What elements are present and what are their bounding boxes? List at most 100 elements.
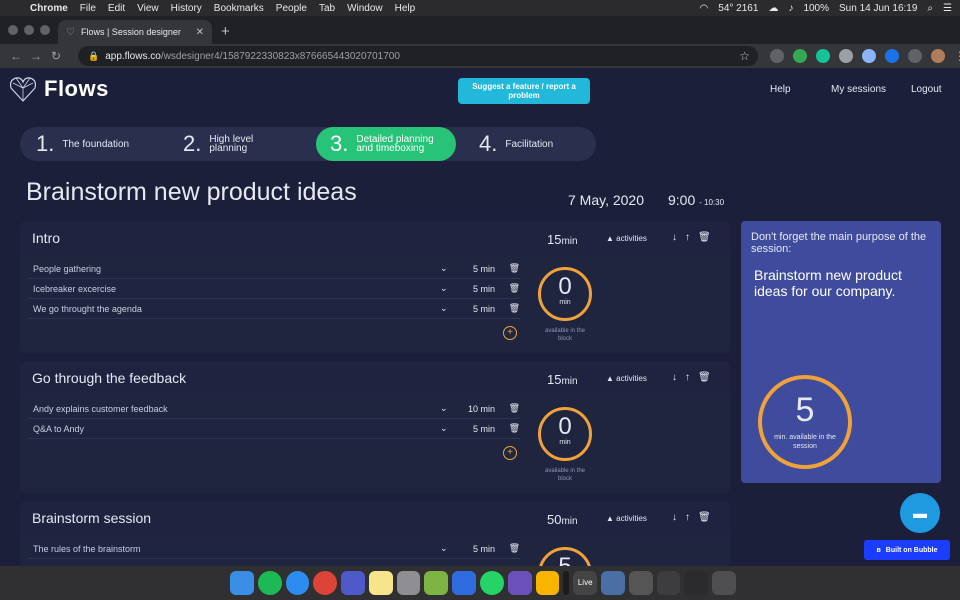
- notes-icon[interactable]: [368, 571, 393, 595]
- system-preferences-icon[interactable]: [396, 571, 421, 595]
- finder-icon[interactable]: [230, 571, 254, 595]
- delete-block-icon[interactable]: 🗑: [698, 372, 711, 383]
- move-up-icon[interactable]: ↑: [685, 512, 690, 523]
- menu-list-icon[interactable]: ☰: [943, 3, 952, 14]
- delete-activity-icon[interactable]: 🗑: [509, 303, 520, 314]
- app-icon[interactable]: [424, 571, 449, 595]
- activity-row[interactable]: People gathering ⌄ 5 min 🗑: [28, 259, 520, 279]
- clock[interactable]: Sun 14 Jun 16:19: [839, 3, 917, 14]
- activity-name[interactable]: Icebreaker excercise: [33, 284, 116, 294]
- minimize-window-button[interactable]: [24, 25, 34, 35]
- block-title[interactable]: Intro: [32, 230, 60, 246]
- ableton-live-icon[interactable]: Live: [573, 571, 598, 595]
- close-tab-icon[interactable]: ✕: [196, 27, 204, 38]
- activity-row[interactable]: The rules of the brainstorm ⌄ 5 min 🗑: [28, 539, 520, 559]
- menu-help[interactable]: Help: [395, 3, 416, 14]
- extension-icon[interactable]: [770, 49, 784, 63]
- chevron-down-icon[interactable]: ⌄: [440, 403, 448, 414]
- delete-activity-icon[interactable]: 🗑: [509, 403, 520, 414]
- activity-name[interactable]: The rules of the brainstorm: [33, 544, 141, 554]
- activity-row[interactable]: Q&A to Andy ⌄ 5 min 🗑: [28, 419, 520, 439]
- add-activity-button[interactable]: +: [503, 326, 517, 340]
- step-facilitation[interactable]: 4. Facilitation: [479, 127, 553, 161]
- activities-toggle[interactable]: ▲ activities: [606, 514, 647, 523]
- wifi-icon[interactable]: ◠: [700, 3, 709, 14]
- move-down-icon[interactable]: ↓: [672, 372, 677, 383]
- move-down-icon[interactable]: ↓: [672, 512, 677, 523]
- block-duration[interactable]: 15min: [547, 232, 578, 247]
- chevron-down-icon[interactable]: ⌄: [440, 283, 448, 294]
- nav-my-sessions[interactable]: My sessions: [831, 84, 886, 95]
- menu-edit[interactable]: Edit: [108, 3, 125, 14]
- session-time[interactable]: 9:00 - 10:30: [668, 192, 724, 208]
- window-thumbnail-icon[interactable]: [684, 571, 709, 595]
- session-title[interactable]: Brainstorm new product ideas: [26, 178, 357, 207]
- step-high-level-planning[interactable]: 2. High level planning: [183, 127, 269, 161]
- move-up-icon[interactable]: ↑: [685, 372, 690, 383]
- activity-minutes[interactable]: 5 min: [473, 304, 495, 314]
- extension-icon[interactable]: [839, 49, 853, 63]
- lock-icon[interactable]: 🔒: [88, 51, 99, 62]
- menu-app-name[interactable]: Chrome: [30, 3, 68, 14]
- chrome-icon[interactable]: [313, 571, 338, 595]
- app-icon[interactable]: [507, 571, 532, 595]
- move-down-icon[interactable]: ↓: [672, 232, 677, 243]
- activity-name[interactable]: Q&A to Andy: [33, 424, 84, 434]
- puzzle-icon[interactable]: [908, 49, 922, 63]
- move-up-icon[interactable]: ↑: [685, 232, 690, 243]
- chevron-down-icon[interactable]: ⌄: [440, 303, 448, 314]
- forward-icon[interactable]: →: [26, 49, 46, 63]
- zoom-window-button[interactable]: [40, 25, 50, 35]
- activity-row[interactable]: Icebreaker excercise ⌄ 5 min 🗑: [28, 279, 520, 299]
- app-icon[interactable]: [452, 571, 477, 595]
- activity-minutes[interactable]: 10 min: [468, 404, 495, 414]
- reload-icon[interactable]: ↻: [46, 49, 66, 63]
- delete-block-icon[interactable]: 🗑: [698, 512, 711, 523]
- chat-button[interactable]: ▬: [900, 493, 940, 533]
- block-title[interactable]: Go through the feedback: [32, 370, 186, 386]
- activity-row[interactable]: We go throught the agenda ⌄ 5 min 🗑: [28, 299, 520, 319]
- close-window-button[interactable]: [8, 25, 18, 35]
- activities-toggle[interactable]: ▲ activities: [606, 374, 647, 383]
- flows-logo[interactable]: Flows: [8, 74, 109, 104]
- menu-history[interactable]: History: [171, 3, 202, 14]
- battery-percent[interactable]: 100%: [803, 3, 829, 14]
- menu-window[interactable]: Window: [347, 3, 383, 14]
- delete-activity-icon[interactable]: 🗑: [509, 263, 520, 274]
- menu-file[interactable]: File: [80, 3, 96, 14]
- back-icon[interactable]: ←: [6, 49, 26, 63]
- activity-name[interactable]: We go throught the agenda: [33, 304, 142, 314]
- more-menu-icon[interactable]: ⋮: [954, 49, 960, 63]
- grammarly-icon[interactable]: [816, 49, 830, 63]
- address-bar[interactable]: 🔒 app.flows.co/wsdesigner4/1587922330823…: [78, 46, 758, 66]
- delete-block-icon[interactable]: 🗑: [698, 232, 711, 243]
- whatsapp-icon[interactable]: [480, 571, 504, 595]
- block-duration[interactable]: 15min: [547, 372, 578, 387]
- volume-icon[interactable]: ♪: [788, 3, 793, 14]
- activity-minutes[interactable]: 5 min: [473, 264, 495, 274]
- nav-help[interactable]: Help: [770, 84, 791, 95]
- safari-icon[interactable]: [285, 571, 310, 595]
- add-activity-button[interactable]: +: [503, 446, 517, 460]
- extension-icon[interactable]: [793, 49, 807, 63]
- step-foundation[interactable]: 1. The foundation: [36, 127, 129, 161]
- activity-name[interactable]: Andy explains customer feedback: [33, 404, 168, 414]
- bookmark-star-icon[interactable]: ☆: [739, 49, 750, 63]
- activity-row[interactable]: Andy explains customer feedback ⌄ 10 min…: [28, 399, 520, 419]
- activity-minutes[interactable]: 5 min: [473, 424, 495, 434]
- delete-activity-icon[interactable]: 🗑: [509, 543, 520, 554]
- activity-name[interactable]: People gathering: [33, 264, 101, 274]
- menu-bookmarks[interactable]: Bookmarks: [214, 3, 264, 14]
- block-duration[interactable]: 50min: [547, 512, 578, 527]
- extension-icon[interactable]: [885, 49, 899, 63]
- search-icon[interactable]: ⌕: [927, 3, 933, 14]
- activity-minutes[interactable]: 5 min: [473, 284, 495, 294]
- spotify-icon[interactable]: [257, 571, 282, 595]
- chevron-down-icon[interactable]: ⌄: [440, 423, 448, 434]
- browser-tab[interactable]: ♡ Flows | Session designer ✕: [58, 20, 212, 44]
- extension-icon[interactable]: [862, 49, 876, 63]
- sketch-icon[interactable]: [535, 571, 560, 595]
- avatar[interactable]: [931, 49, 945, 63]
- menu-people[interactable]: People: [276, 3, 307, 14]
- built-on-bubble-badge[interactable]: ʙ Built on Bubble: [864, 540, 950, 560]
